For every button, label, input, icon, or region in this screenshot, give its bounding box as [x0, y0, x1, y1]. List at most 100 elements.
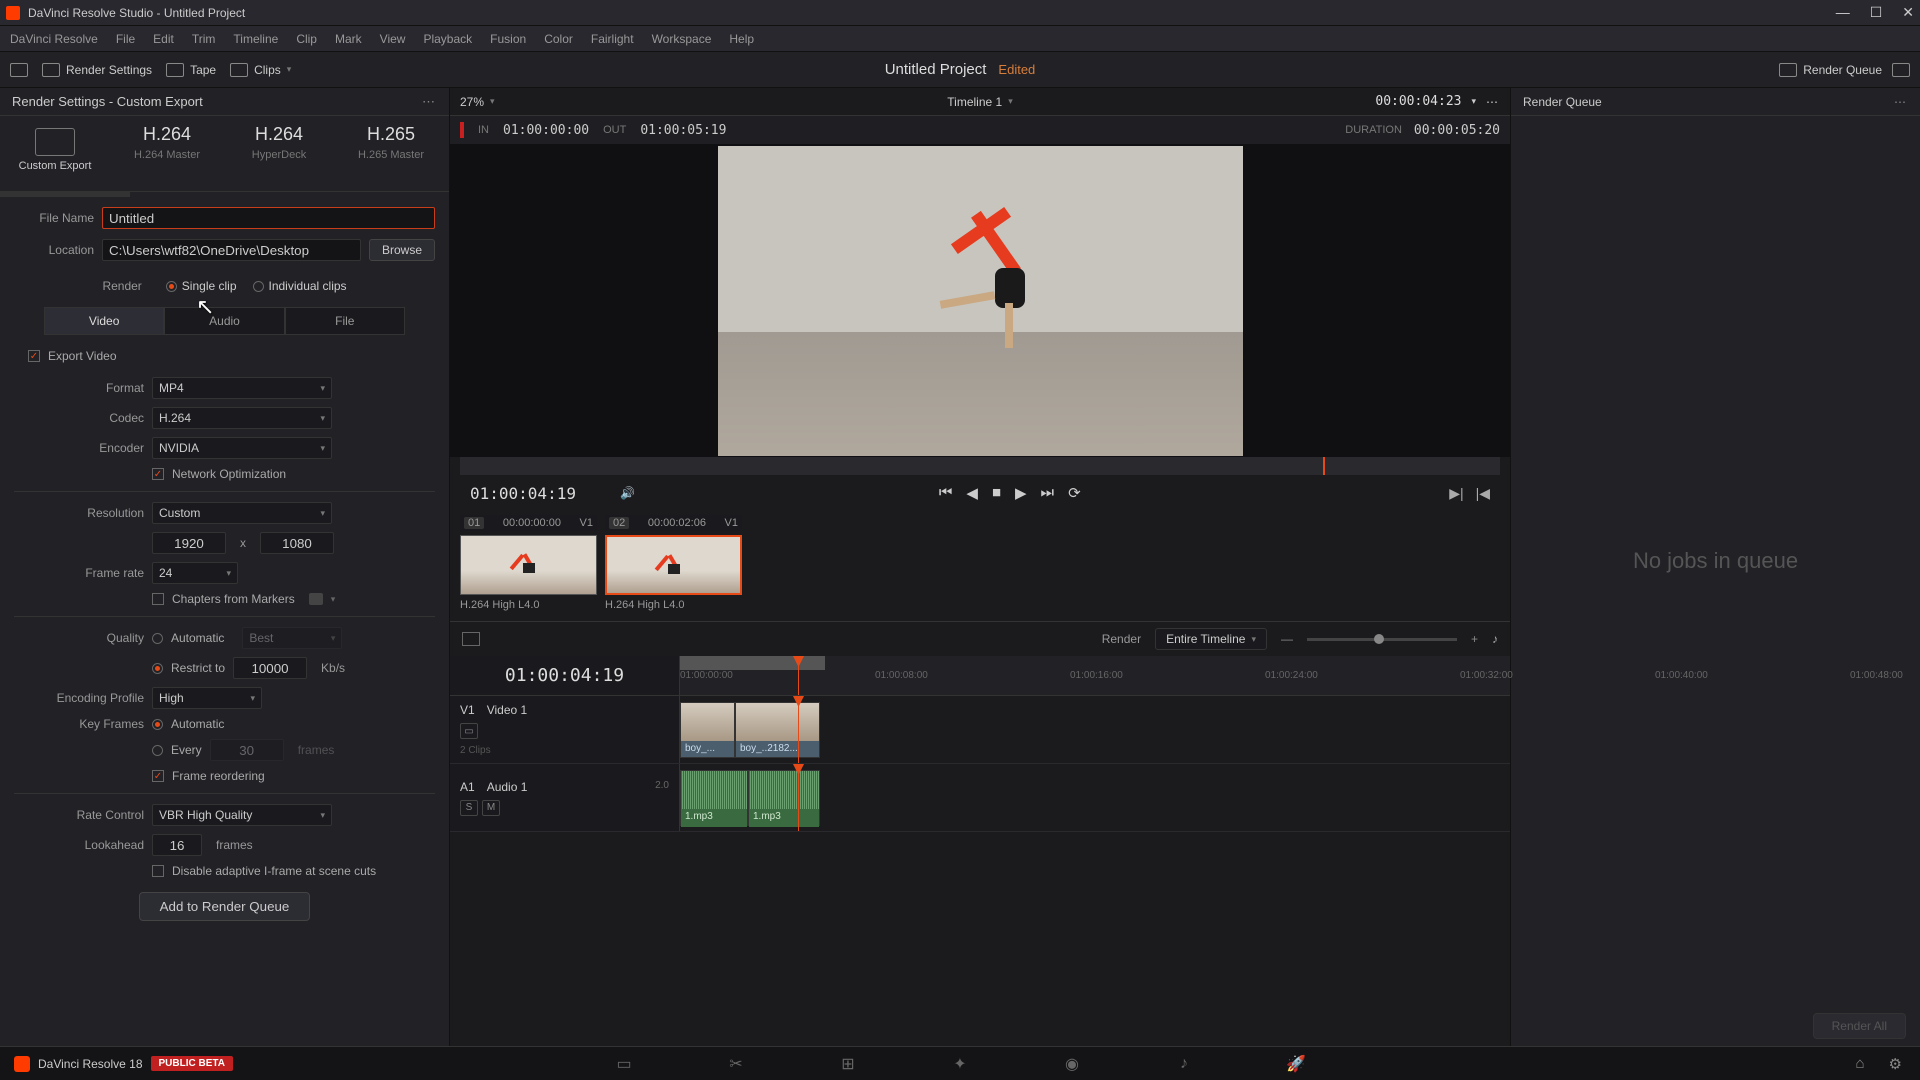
video-clip-1[interactable]: boy_...: [680, 702, 735, 758]
format-select[interactable]: MP4▾: [152, 377, 332, 399]
mute-icon[interactable]: M: [482, 800, 500, 816]
solo-icon[interactable]: S: [460, 800, 478, 816]
menu-workspace[interactable]: Workspace: [652, 32, 712, 46]
settings-icon[interactable]: ⚙: [1889, 1055, 1902, 1073]
zoom-in-icon[interactable]: +: [1471, 632, 1478, 646]
render-range-select[interactable]: Entire Timeline▾: [1155, 628, 1267, 650]
menu-playback[interactable]: Playback: [423, 32, 472, 46]
render-queue-button[interactable]: Render Queue: [1779, 63, 1882, 77]
menu-mark[interactable]: Mark: [335, 32, 362, 46]
close-icon[interactable]: ✕: [1902, 4, 1914, 21]
viewer[interactable]: [450, 144, 1510, 457]
tab-video[interactable]: Video: [44, 307, 164, 335]
bitrate-input[interactable]: [233, 657, 307, 679]
framerate-select[interactable]: 24▾: [152, 562, 238, 584]
clip-thumb-1[interactable]: 0200:00:02:06V1 H.264 High L4.0: [605, 515, 742, 617]
play-icon[interactable]: ▶: [1015, 484, 1027, 502]
keyframe-auto-radio[interactable]: [152, 719, 163, 730]
menu-file[interactable]: File: [116, 32, 135, 46]
scrub-bar[interactable]: [460, 457, 1500, 475]
zoom-out-icon[interactable]: —: [1281, 632, 1293, 646]
single-clip-radio[interactable]: Single clip: [166, 279, 237, 293]
render-settings-button[interactable]: Render Settings: [42, 63, 152, 77]
menu-davinci-resolve[interactable]: DaVinci Resolve: [10, 32, 98, 46]
options-icon[interactable]: ⋯: [1894, 95, 1908, 109]
render-all-button[interactable]: Render All: [1813, 1013, 1906, 1039]
location-input[interactable]: [102, 239, 361, 261]
deliver-page-icon[interactable]: 🚀: [1285, 1055, 1307, 1073]
preset-2[interactable]: H.264HyperDeck: [234, 124, 324, 183]
menu-color[interactable]: Color: [544, 32, 573, 46]
prev-frame-icon[interactable]: ◀: [966, 484, 978, 502]
audio-track[interactable]: 1.mp3 1.mp3: [680, 764, 1510, 831]
menu-edit[interactable]: Edit: [153, 32, 174, 46]
timeline-ruler[interactable]: 01:00:00:0001:00:08:0001:00:16:0001:00:2…: [680, 656, 1510, 696]
preset-1[interactable]: H.264H.264 Master: [122, 124, 212, 183]
codec-select[interactable]: H.264▾: [152, 407, 332, 429]
add-to-queue-button[interactable]: Add to Render Queue: [139, 892, 311, 921]
video-track-header[interactable]: V1Video 1 ▭ 2 Clips: [450, 696, 680, 763]
zoom-slider[interactable]: [1307, 638, 1457, 641]
menu-trim[interactable]: Trim: [192, 32, 216, 46]
quality-auto-radio[interactable]: [152, 633, 163, 644]
next-clip-icon[interactable]: ▶|: [1449, 485, 1463, 502]
home-icon[interactable]: ⌂: [1855, 1055, 1864, 1073]
menu-view[interactable]: View: [380, 32, 406, 46]
menu-clip[interactable]: Clip: [296, 32, 317, 46]
minimize-icon[interactable]: —: [1836, 4, 1850, 21]
audio-track-header[interactable]: A1Audio 12.0 SM: [450, 764, 680, 831]
options-icon[interactable]: ⋯: [1486, 95, 1500, 109]
lookahead-input[interactable]: [152, 834, 202, 856]
network-opt-checkbox[interactable]: [152, 468, 164, 480]
tab-file[interactable]: File: [285, 307, 405, 335]
file-name-input[interactable]: [102, 207, 435, 229]
encoder-select[interactable]: NVIDIA▾: [152, 437, 332, 459]
audio-clip-1[interactable]: 1.mp3: [680, 770, 748, 826]
rate-control-select[interactable]: VBR High Quality▾: [152, 804, 332, 826]
res-height-input[interactable]: [260, 532, 334, 554]
zoom-dropdown[interactable]: 27%▾: [460, 95, 495, 109]
media-page-icon[interactable]: ▭: [613, 1055, 635, 1073]
video-track[interactable]: boy_... boy_..2182...: [680, 696, 1510, 763]
menu-help[interactable]: Help: [729, 32, 754, 46]
cut-page-icon[interactable]: ✂: [725, 1055, 747, 1073]
clips-dropdown[interactable]: Clips▾: [230, 63, 291, 77]
menu-fusion[interactable]: Fusion: [490, 32, 526, 46]
color-page-icon[interactable]: ◉: [1061, 1055, 1083, 1073]
first-frame-icon[interactable]: ⏮: [939, 484, 953, 502]
video-clip-2[interactable]: boy_..2182...: [735, 702, 820, 758]
individual-clips-radio[interactable]: Individual clips: [253, 279, 347, 293]
fusion-page-icon[interactable]: ✦: [949, 1055, 971, 1073]
menu-fairlight[interactable]: Fairlight: [591, 32, 634, 46]
stop-icon[interactable]: ■: [992, 484, 1001, 502]
tape-button[interactable]: Tape: [166, 63, 216, 77]
next-frame-icon[interactable]: ⏭: [1041, 484, 1055, 502]
loop-icon[interactable]: ⟳: [1068, 484, 1081, 502]
profile-select[interactable]: High▾: [152, 687, 262, 709]
fairlight-page-icon[interactable]: ♪: [1173, 1055, 1195, 1073]
timeline-view-icon[interactable]: [462, 632, 480, 646]
preset-3[interactable]: H.265H.265 Master: [346, 124, 436, 183]
res-width-input[interactable]: [152, 532, 226, 554]
keyframe-every-radio[interactable]: [152, 745, 163, 756]
edit-page-icon[interactable]: ⊞: [837, 1055, 859, 1073]
menu-timeline[interactable]: Timeline: [233, 32, 278, 46]
maximize-icon[interactable]: ☐: [1870, 4, 1883, 21]
frame-reorder-checkbox[interactable]: [152, 770, 164, 782]
music-icon[interactable]: ♪: [1492, 632, 1498, 646]
export-video-checkbox[interactable]: Export Video: [28, 349, 435, 363]
disable-iframe-checkbox[interactable]: [152, 865, 164, 877]
chapters-checkbox[interactable]: [152, 593, 164, 605]
options-icon[interactable]: ⋯: [422, 94, 437, 110]
browse-button[interactable]: Browse: [369, 239, 435, 261]
last-frame-icon[interactable]: |◀: [1476, 485, 1490, 502]
clip-thumb-0[interactable]: 0100:00:00:00V1 H.264 High L4.0: [460, 515, 597, 617]
track-frame-icon[interactable]: ▭: [460, 723, 478, 739]
expand-icon[interactable]: [1892, 63, 1910, 77]
tab-audio[interactable]: Audio: [164, 307, 284, 335]
resolution-select[interactable]: Custom▾: [152, 502, 332, 524]
speaker-icon[interactable]: 🔊: [620, 486, 635, 500]
restrict-radio[interactable]: [152, 663, 163, 674]
audio-clip-2[interactable]: 1.mp3: [748, 770, 820, 826]
quick-export-icon[interactable]: [10, 63, 28, 77]
